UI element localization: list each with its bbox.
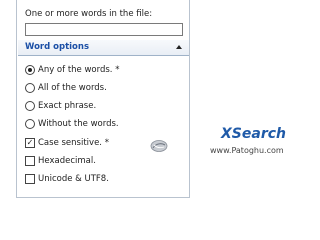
search-panel: One or more words in the file: Word opti…	[16, 0, 190, 198]
word-options-title: Word options	[25, 42, 89, 52]
word-options-header[interactable]: Word options	[18, 40, 189, 56]
checkbox-checked[interactable]: ✓	[25, 138, 35, 148]
file-words-input[interactable]	[25, 23, 183, 36]
checkbox-label: Hexadecimal.	[38, 156, 96, 166]
brand-watermark: XSearch	[221, 126, 286, 142]
radio-label: Exact phrase.	[38, 101, 97, 111]
radio-without-words[interactable]: Without the words.	[25, 118, 119, 130]
chevron-up-icon[interactable]	[176, 45, 182, 49]
patoghu-logo-icon	[150, 140, 168, 152]
checkbox[interactable]	[25, 156, 35, 166]
checkbox-label: Unicode & UTF8.	[38, 174, 109, 184]
checkbox-case-sensitive[interactable]: ✓ Case sensitive. *	[25, 137, 109, 149]
checkbox-label: Case sensitive. *	[38, 138, 109, 148]
checkbox-unicode-utf8[interactable]: Unicode & UTF8.	[25, 173, 109, 185]
radio-label: Without the words.	[38, 119, 119, 129]
stage: One or more words in the file: Word opti…	[0, 0, 300, 200]
radio-any-words[interactable]: Any of the words. *	[25, 64, 119, 76]
checkbox[interactable]	[25, 174, 35, 184]
radio-label: All of the words.	[38, 83, 107, 93]
file-words-label: One or more words in the file:	[25, 9, 153, 19]
radio-label: Any of the words. *	[38, 65, 120, 75]
radio-button[interactable]	[25, 119, 35, 129]
site-watermark: www.Patoghu.com	[210, 146, 284, 155]
checkbox-hexadecimal[interactable]: Hexadecimal.	[25, 155, 96, 167]
radio-button-selected[interactable]	[25, 65, 35, 75]
radio-all-words[interactable]: All of the words.	[25, 82, 107, 94]
radio-exact-phrase[interactable]: Exact phrase.	[25, 100, 96, 112]
radio-button[interactable]	[25, 101, 35, 111]
radio-button[interactable]	[25, 83, 35, 93]
